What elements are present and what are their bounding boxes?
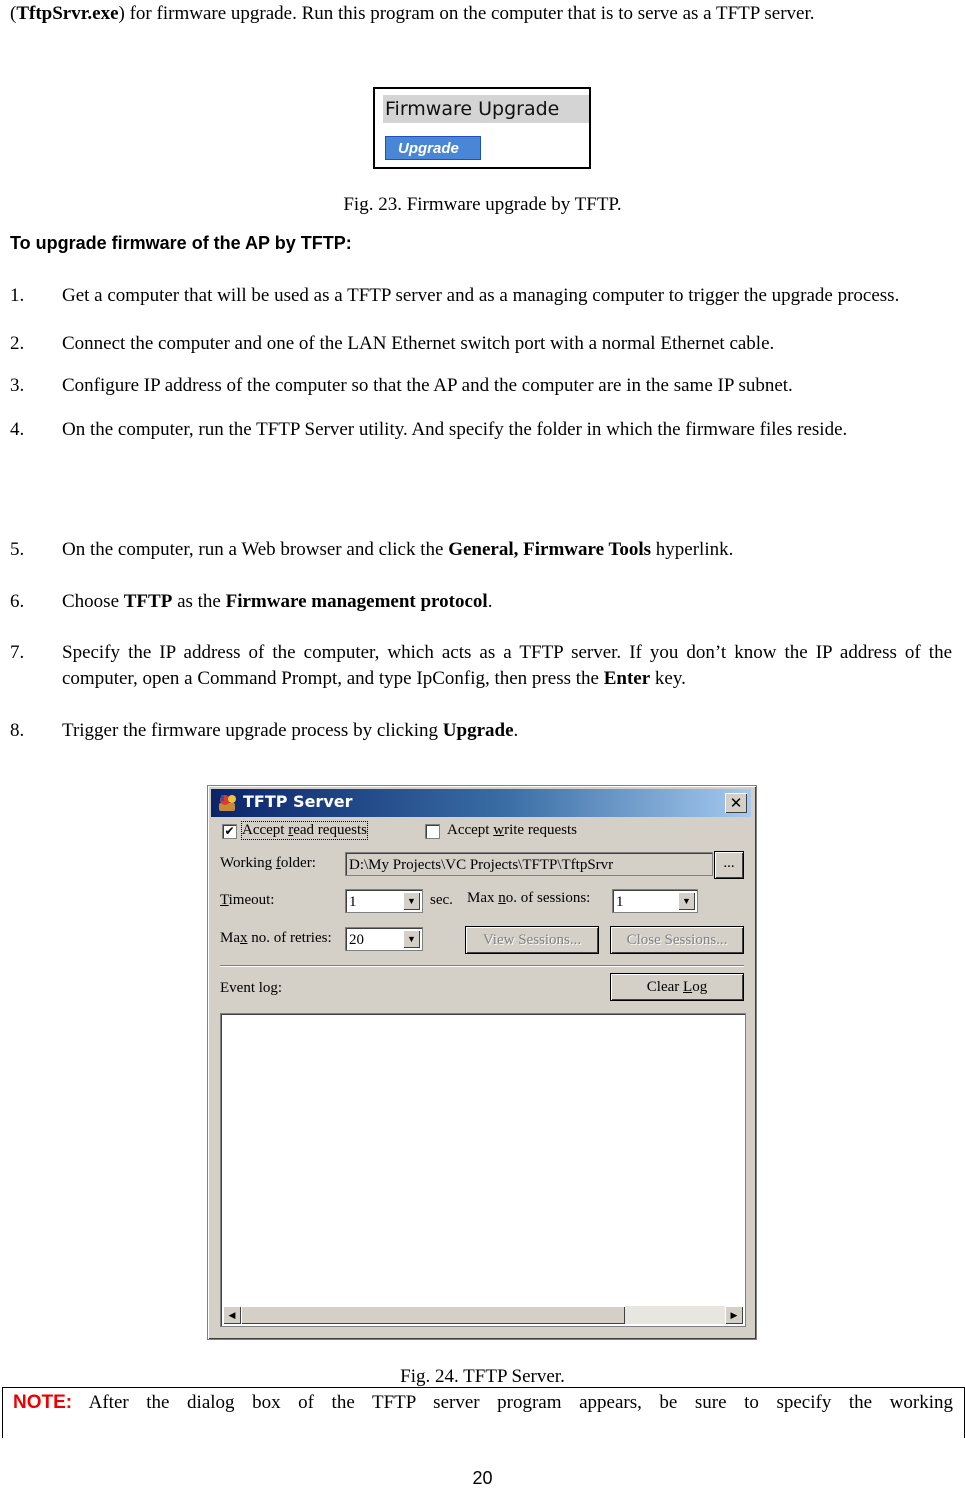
- note-body: After the dialog box of the TFTP server …: [72, 1392, 953, 1413]
- step-text-run: as the: [172, 591, 226, 612]
- step-text-run: key.: [650, 668, 686, 689]
- step-text-run: Trigger the firmware upgrade process by …: [62, 720, 443, 741]
- step-text: Choose TFTP as the Firmware management p…: [62, 589, 952, 615]
- step-text: Connect the computer and one of the LAN …: [62, 331, 952, 357]
- chevron-down-icon[interactable]: ▼: [678, 892, 695, 910]
- separator: [220, 965, 744, 967]
- working-folder-field[interactable]: D:\My Projects\VC Projects\TFTP\TftpSrvr: [345, 852, 713, 876]
- timeout-select[interactable]: 1 ▼: [345, 889, 423, 913]
- step-text-run: Get a computer that will be used as a TF…: [62, 285, 900, 306]
- max-retries-select[interactable]: 20 ▼: [345, 927, 423, 951]
- intro-paragraph: (TftpSrvr.exe) for firmware upgrade. Run…: [10, 2, 952, 26]
- step-text-run: On the computer, run a Web browser and c…: [62, 539, 449, 560]
- section-heading: To upgrade firmware of the AP by TFTP:: [10, 233, 352, 253]
- max-sessions-value: 1: [616, 894, 624, 910]
- checkmark-icon: ✔: [224, 824, 235, 838]
- step-text: Specify the IP address of the computer, …: [62, 640, 952, 692]
- step-number: 2.: [10, 333, 25, 354]
- chevron-down-icon[interactable]: ▼: [403, 892, 420, 910]
- step-text-run: Choose: [62, 591, 124, 612]
- step-text: Trigger the firmware upgrade process by …: [62, 718, 952, 744]
- max-retries-value: 20: [349, 932, 364, 948]
- step-number: 4.: [10, 419, 25, 440]
- intro-text: ) for firmware upgrade. Run this program…: [118, 3, 815, 24]
- step-text-run: .: [487, 591, 493, 612]
- step-number: 8.: [10, 720, 25, 741]
- bold-term: TFTP: [123, 591, 173, 612]
- horizontal-scrollbar[interactable]: ◀ ▶: [223, 1306, 743, 1324]
- note-text: NOTE: After the dialog box of the TFTP s…: [13, 1392, 953, 1414]
- step-number: 7.: [10, 642, 25, 663]
- view-sessions-button[interactable]: View Sessions...: [466, 927, 598, 953]
- step-text: On the computer, run the TFTP Server uti…: [62, 417, 952, 443]
- step-number: 3.: [10, 375, 25, 396]
- browse-folder-button[interactable]: ...: [715, 852, 743, 878]
- step-text-run: Specify the IP address of the computer, …: [62, 642, 952, 689]
- event-log-area[interactable]: ◀ ▶: [220, 1013, 746, 1327]
- firmware-upgrade-panel-title: Firmware Upgrade: [383, 95, 589, 123]
- firmware-upgrade-figure: Firmware Upgrade Upgrade: [373, 87, 591, 169]
- step-number: 1.: [10, 285, 25, 306]
- step-text-run: On the computer, run the TFTP Server uti…: [62, 419, 848, 440]
- step-text: Get a computer that will be used as a TF…: [62, 283, 952, 309]
- close-sessions-button[interactable]: Close Sessions...: [611, 927, 743, 953]
- step-text: On the computer, run a Web browser and c…: [62, 537, 952, 563]
- step-text-run: Connect the computer and one of the LAN …: [62, 333, 775, 354]
- step-text: Configure IP address of the computer so …: [62, 373, 952, 399]
- scroll-right-icon[interactable]: ▶: [725, 1306, 743, 1324]
- bold-term: Upgrade: [442, 720, 514, 741]
- title-bar[interactable]: TFTP Server ✕: [211, 789, 751, 817]
- step-text-run: hyperlink.: [651, 539, 734, 560]
- max-sessions-select[interactable]: 1 ▼: [612, 889, 698, 913]
- accept-read-label[interactable]: Accept read requests: [241, 821, 368, 840]
- chevron-down-icon[interactable]: ▼: [403, 930, 420, 948]
- close-button[interactable]: ✕: [725, 793, 747, 813]
- step-number: 6.: [10, 591, 25, 612]
- close-icon: ✕: [729, 794, 743, 812]
- bold-term: Firmware management protocol: [225, 591, 488, 612]
- step-number: 5.: [10, 539, 25, 560]
- step-text-run: Configure IP address of the computer so …: [62, 375, 793, 396]
- note-label: NOTE:: [13, 1392, 73, 1413]
- timeout-unit: sec.: [430, 892, 453, 908]
- page-number: 20: [472, 1468, 493, 1488]
- timeout-value: 1: [349, 894, 357, 910]
- upgrade-button[interactable]: Upgrade: [385, 136, 481, 160]
- accept-write-label[interactable]: Accept write requests: [447, 822, 577, 839]
- scrollbar-thumb[interactable]: [241, 1306, 625, 1324]
- bold-term: Enter: [603, 668, 651, 689]
- event-log-label: Event log:: [220, 980, 283, 996]
- timeout-label: Timeout:: [220, 892, 275, 908]
- bold-term: General, Firmware Tools: [448, 539, 652, 560]
- app-icon: [219, 795, 236, 811]
- max-sessions-label: Max no. of sessions:: [467, 890, 591, 906]
- fig23-caption: Fig. 23. Firmware upgrade by TFTP.: [343, 194, 622, 215]
- exe-name: TftpSrvr.exe: [16, 3, 119, 24]
- working-folder-label: Working folder:: [220, 855, 316, 871]
- fig24-caption: Fig. 24. TFTP Server.: [400, 1366, 565, 1387]
- window-title: TFTP Server: [243, 792, 353, 811]
- scroll-left-icon[interactable]: ◀: [223, 1306, 241, 1324]
- tftp-server-dialog: TFTP Server ✕ ✔ Accept read requests Acc…: [207, 785, 757, 1340]
- step-text-run: .: [513, 720, 519, 741]
- clear-log-button[interactable]: Clear Log: [611, 974, 743, 1000]
- max-retries-label: Max no. of retries:: [220, 930, 332, 946]
- note-box: NOTE: After the dialog box of the TFTP s…: [2, 1387, 965, 1438]
- accept-write-checkbox[interactable]: [425, 824, 440, 839]
- accept-read-checkbox[interactable]: ✔: [222, 824, 237, 839]
